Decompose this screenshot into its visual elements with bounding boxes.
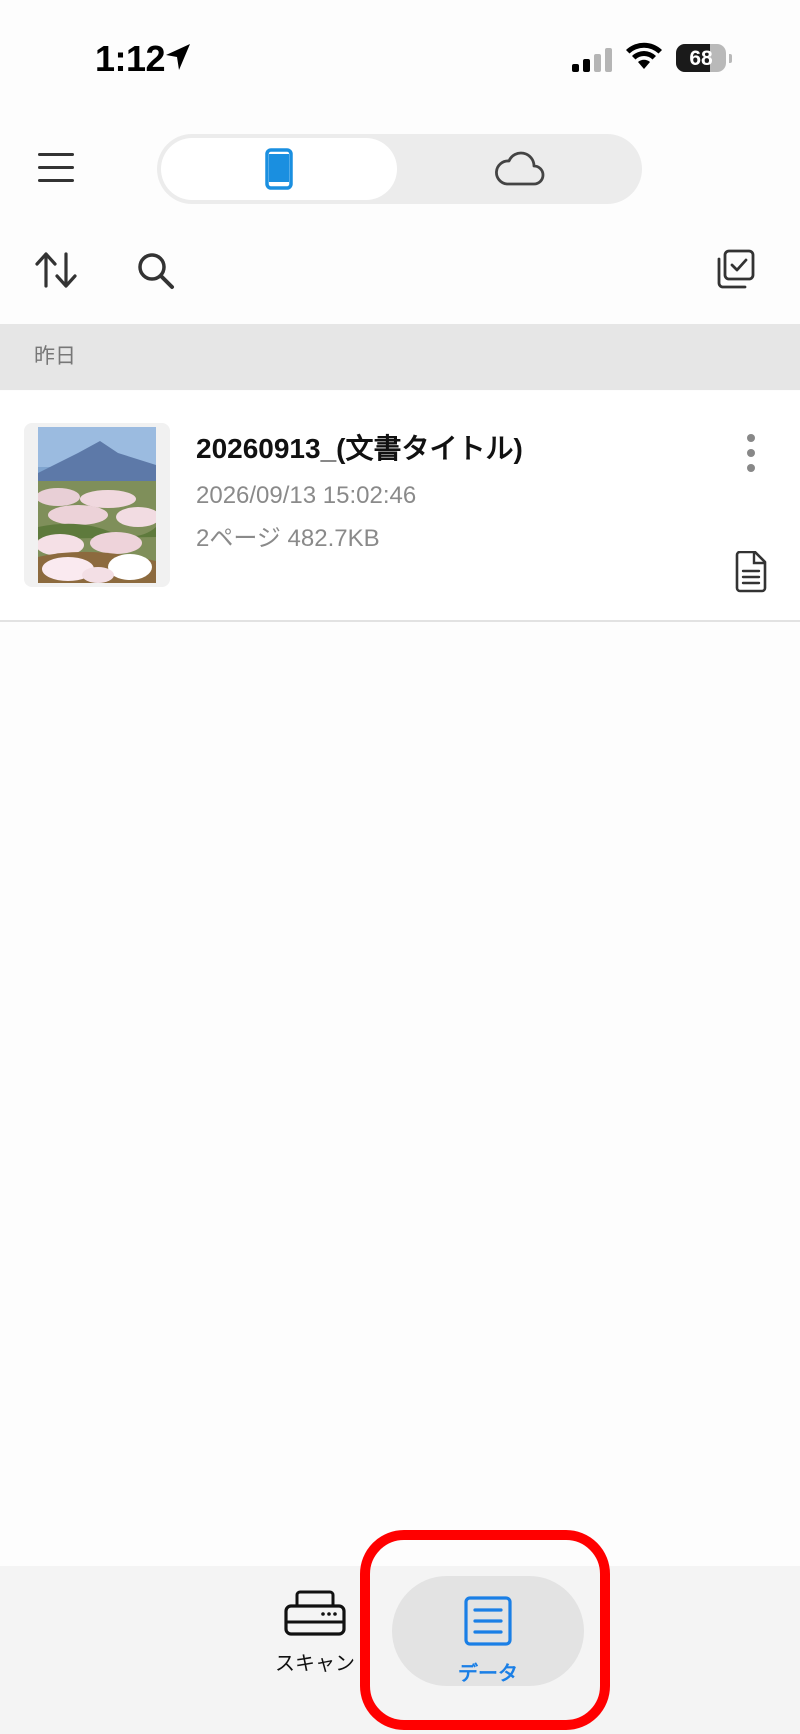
wifi-icon <box>626 42 662 69</box>
painting-thumbnail <box>24 423 170 587</box>
tab-scan-label: スキャン <box>275 1653 355 1675</box>
segment-device[interactable] <box>161 138 397 200</box>
tab-bar: スキャン データ <box>0 1566 800 1734</box>
section-label: 昨日 <box>34 345 76 368</box>
battery-icon: 68 <box>676 44 732 72</box>
tab-data[interactable]: データ <box>392 1576 584 1686</box>
cellular-signal-icon <box>572 48 612 72</box>
sort-icon[interactable] <box>34 250 78 290</box>
list-item[interactable]: 20260913_(文書タイトル) 2026/09/13 15:02:46 2ペ… <box>0 391 800 622</box>
file-title: 20260913_(文書タイトル) <box>196 433 523 464</box>
hamburger-menu-icon[interactable] <box>36 150 78 186</box>
battery-level: 68 <box>689 47 713 70</box>
location-arrow-icon <box>166 44 190 70</box>
document-icon <box>735 551 767 593</box>
status-time: 1:12 <box>95 38 166 79</box>
multi-select-icon[interactable] <box>714 248 756 290</box>
section-header: 昨日 <box>0 324 800 390</box>
data-list-icon <box>464 1596 512 1646</box>
cloud-icon <box>494 151 544 186</box>
storage-segmented-control <box>157 134 642 204</box>
segment-cloud[interactable] <box>401 138 638 200</box>
search-icon[interactable] <box>135 250 177 292</box>
file-meta: 2ページ 482.7KB <box>196 525 380 552</box>
tab-scan[interactable]: スキャン <box>270 1590 360 1686</box>
tab-data-label: データ <box>458 1663 518 1685</box>
status-bar: 1:12 68 <box>0 0 800 110</box>
smartphone-icon <box>265 148 293 190</box>
file-datetime: 2026/09/13 15:02:46 <box>196 482 417 509</box>
more-options-icon[interactable] <box>738 431 764 475</box>
scanner-icon <box>284 1590 346 1636</box>
